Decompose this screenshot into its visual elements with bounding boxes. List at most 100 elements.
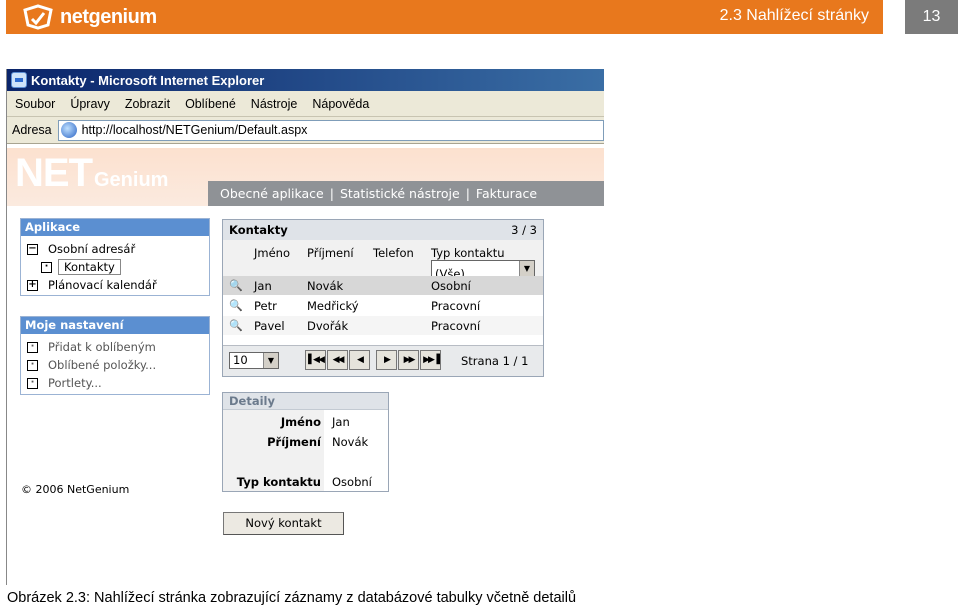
- next-fast-button[interactable]: ▶▶: [398, 350, 419, 370]
- expand-icon[interactable]: +: [27, 279, 38, 291]
- detail-value: Jan: [332, 415, 350, 429]
- cell-prijmeni: Dvořák: [307, 319, 349, 333]
- menu-zobrazit[interactable]: Zobrazit: [125, 97, 170, 111]
- sidebar-item-label: Portlety...: [48, 376, 102, 390]
- cell-jmeno: Petr: [254, 299, 277, 313]
- page-size-select[interactable]: 10 ▼: [229, 352, 279, 369]
- logo-text: netgenium: [60, 5, 157, 28]
- menu-napoveda[interactable]: Nápověda: [312, 97, 369, 111]
- web-page: NET Genium Obecné aplikace | Statistické …: [7, 148, 604, 585]
- grid-title: Kontakty: [229, 223, 288, 237]
- address-url: http://localhost/NETGenium/Default.aspx: [81, 123, 308, 137]
- detail-value: Osobní: [332, 475, 372, 489]
- column-typ-kontaktu[interactable]: Typ kontaktu: [431, 246, 505, 260]
- address-input[interactable]: http://localhost/NETGenium/Default.aspx: [57, 119, 604, 141]
- sidebar-applications: Aplikace − Osobní adresář · Kontakty + P…: [20, 218, 210, 296]
- copyright: © 2006 NetGenium: [21, 483, 130, 496]
- brand-genium: Genium: [94, 169, 169, 191]
- detail-label: Příjmení: [267, 435, 321, 449]
- brand-net: NET: [15, 151, 93, 195]
- menu-upravy[interactable]: Úpravy: [70, 97, 110, 111]
- detail-label: Jméno: [280, 415, 321, 429]
- sidebar-item-label: Oblíbené položky...: [48, 358, 157, 372]
- sidebar-item-oblibene-polozky[interactable]: · Oblíbené položky...: [21, 356, 209, 374]
- column-prijmeni[interactable]: Příjmení: [307, 246, 354, 260]
- nav-fakturace[interactable]: Fakturace: [476, 186, 537, 201]
- prev-page-button[interactable]: ◀: [349, 350, 370, 370]
- sidebar-item-portlety[interactable]: · Portlety...: [21, 374, 209, 392]
- sidebar-item-label: Osobní adresář: [48, 242, 136, 256]
- browser-menu-bar: Soubor Úpravy Zobrazit Oblíbené Nástroje…: [7, 91, 604, 117]
- grid-header: Kontakty 3 / 3: [223, 220, 543, 240]
- cell-prijmeni: Novák: [307, 279, 344, 293]
- top-navigation: Obecné aplikace | Statistické nástroje |…: [208, 181, 604, 206]
- detail-label: Typ kontaktu: [236, 475, 321, 489]
- nav-obecne-aplikace[interactable]: Obecné aplikace: [220, 186, 324, 201]
- chevron-down-icon[interactable]: ▼: [263, 353, 278, 368]
- cell-typ: Osobní: [431, 279, 471, 293]
- address-bar: Adresa http://localhost/NETGenium/Defaul…: [7, 117, 604, 144]
- grid-pager: 10 ▼ ▌◀◀ ◀◀ ◀ ▶ ▶▶ ▶▶▐ Strana 1 / 1: [223, 345, 543, 376]
- detail-body: Jméno Jan Příjmení Novák Typ kontaktu Os…: [223, 410, 388, 491]
- table-row[interactable]: 🔍 Pavel Dvořák Pracovní: [223, 316, 543, 336]
- new-contact-button[interactable]: Nový kontakt: [223, 512, 344, 535]
- sidebar-applications-title: Aplikace: [21, 219, 209, 236]
- next-page-button[interactable]: ▶: [376, 350, 397, 370]
- table-row[interactable]: 🔍 Jan Novák Osobní: [223, 276, 543, 296]
- contacts-grid: Kontakty 3 / 3 Jméno Příjmení Telefon Ty…: [222, 219, 544, 377]
- cell-jmeno: Jan: [254, 279, 272, 293]
- detail-value: Novák: [332, 435, 369, 449]
- sidebar-settings: Moje nastavení · Přidat k oblíbeným · Ob…: [20, 316, 210, 395]
- browser-title: Kontakty - Microsoft Internet Explorer: [31, 72, 265, 88]
- page-icon: [60, 122, 77, 138]
- nav-separator: |: [329, 186, 334, 201]
- search-icon[interactable]: 🔍: [229, 319, 243, 332]
- sidebar-item-planovaci-kalendar[interactable]: + Plánovací kalendář: [21, 276, 209, 294]
- detail-title: Detaily: [223, 393, 388, 410]
- collapse-icon[interactable]: −: [27, 243, 38, 255]
- browser-title-bar: Kontakty - Microsoft Internet Explorer: [7, 69, 604, 91]
- netgenium-logo: netgenium: [22, 4, 157, 30]
- cell-prijmeni: Medřický: [307, 299, 359, 313]
- page-number: 13: [905, 0, 958, 34]
- sidebar-item-osobni-adresar[interactable]: − Osobní adresář: [21, 240, 209, 258]
- nav-statisticke-nastroje[interactable]: Statistické nástroje: [340, 186, 460, 201]
- page-status: Strana 1 / 1: [461, 354, 529, 368]
- column-jmeno[interactable]: Jméno: [254, 246, 290, 260]
- sidebar-item-label: Plánovací kalendář: [48, 278, 157, 292]
- document-header: netgenium 2.3 Nahlížecí stránky: [6, 0, 883, 34]
- column-telefon[interactable]: Telefon: [373, 246, 414, 260]
- figure-caption: Obrázek 2.3: Nahlížecí stránka zobrazují…: [7, 590, 577, 606]
- browser-window: Kontakty - Microsoft Internet Explorer S…: [6, 69, 604, 585]
- prev-fast-button[interactable]: ◀◀: [327, 350, 348, 370]
- chevron-down-icon[interactable]: ▼: [519, 261, 534, 276]
- sidebar-item-label: Přidat k oblíbeným: [48, 340, 156, 354]
- netgenium-logo-icon: [23, 4, 53, 30]
- bullet-icon: ·: [27, 341, 38, 353]
- grid-column-headers: Jméno Příjmení Telefon Typ kontaktu (Vše…: [223, 240, 543, 281]
- cell-typ: Pracovní: [431, 319, 481, 333]
- address-label: Adresa: [12, 123, 52, 137]
- sidebar-item-label: Kontakty: [58, 259, 121, 275]
- cell-typ: Pracovní: [431, 299, 481, 313]
- page-size-value: 10: [233, 353, 248, 367]
- sidebar-item-pridat-k-oblibenym[interactable]: · Přidat k oblíbeným: [21, 338, 209, 356]
- cell-jmeno: Pavel: [254, 319, 285, 333]
- table-row[interactable]: 🔍 Petr Medřický Pracovní: [223, 296, 543, 316]
- bullet-icon: ·: [27, 377, 38, 389]
- grid-record-count: 3 / 3: [511, 223, 537, 237]
- menu-oblibene[interactable]: Oblíbené: [185, 97, 236, 111]
- ie-window-icon: [11, 72, 27, 88]
- search-icon[interactable]: 🔍: [229, 299, 243, 312]
- menu-soubor[interactable]: Soubor: [15, 97, 55, 111]
- search-icon[interactable]: 🔍: [229, 279, 243, 292]
- sidebar-item-kontakty[interactable]: · Kontakty: [21, 258, 209, 276]
- filter-typ-kontaktu-select[interactable]: (Vše) ▼: [431, 260, 535, 281]
- chapter-title: 2.3 Nahlížecí stránky: [719, 7, 869, 24]
- netgenium-brand-logo: NET Genium: [15, 151, 168, 196]
- bullet-icon: ·: [27, 359, 38, 371]
- menu-nastroje[interactable]: Nástroje: [251, 97, 298, 111]
- detail-panel: Detaily Jméno Jan Příjmení Novák Typ kon…: [222, 392, 389, 492]
- last-page-button[interactable]: ▶▶▐: [420, 350, 441, 370]
- first-page-button[interactable]: ▌◀◀: [305, 350, 326, 370]
